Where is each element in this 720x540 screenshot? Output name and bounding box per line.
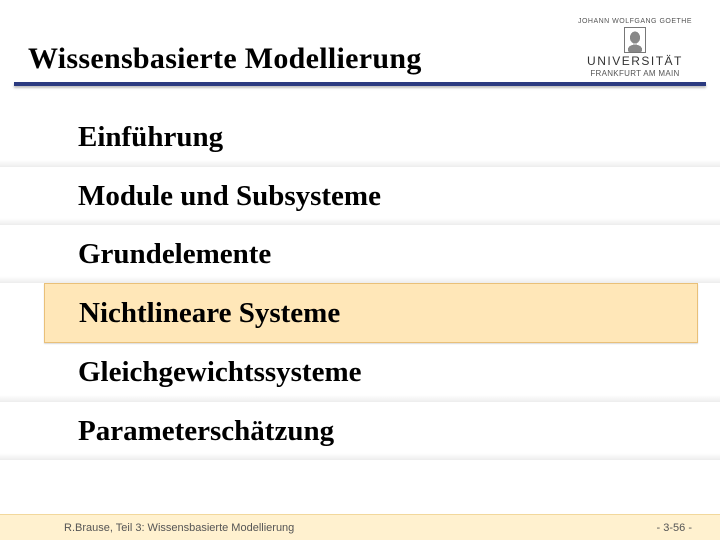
outline-item: Grundelemente (0, 225, 720, 283)
footer-author: R.Brause, Teil 3: Wissensbasierte Modell… (64, 522, 294, 534)
slide-header: Wissensbasierte Modellierung JOHANN WOLF… (0, 0, 720, 82)
logo-city: FRANKFURT AM MAIN (590, 69, 679, 79)
footer-page-number: - 3-56 - (657, 522, 692, 534)
outline-item-highlighted: Nichtlineare Systeme (44, 283, 698, 343)
logo-top-line: JOHANN WOLFGANG GOETHE (578, 18, 692, 26)
slide-footer: R.Brause, Teil 3: Wissensbasierte Modell… (0, 514, 720, 540)
outline-item: Gleichgewichtssysteme (0, 343, 720, 401)
outline-item: Einführung (0, 108, 720, 166)
outline-item: Module und Subsysteme (0, 167, 720, 225)
outline-item: Parameterschätzung (0, 402, 720, 460)
outline-list: Einführung Module und Subsysteme Grundel… (0, 86, 720, 460)
university-logo: JOHANN WOLFGANG GOETHE UNIVERSITÄT FRANK… (578, 18, 692, 78)
logo-university: UNIVERSITÄT (587, 54, 683, 68)
slide-title: Wissensbasierte Modellierung (28, 42, 422, 76)
goethe-portrait-icon (624, 27, 646, 53)
